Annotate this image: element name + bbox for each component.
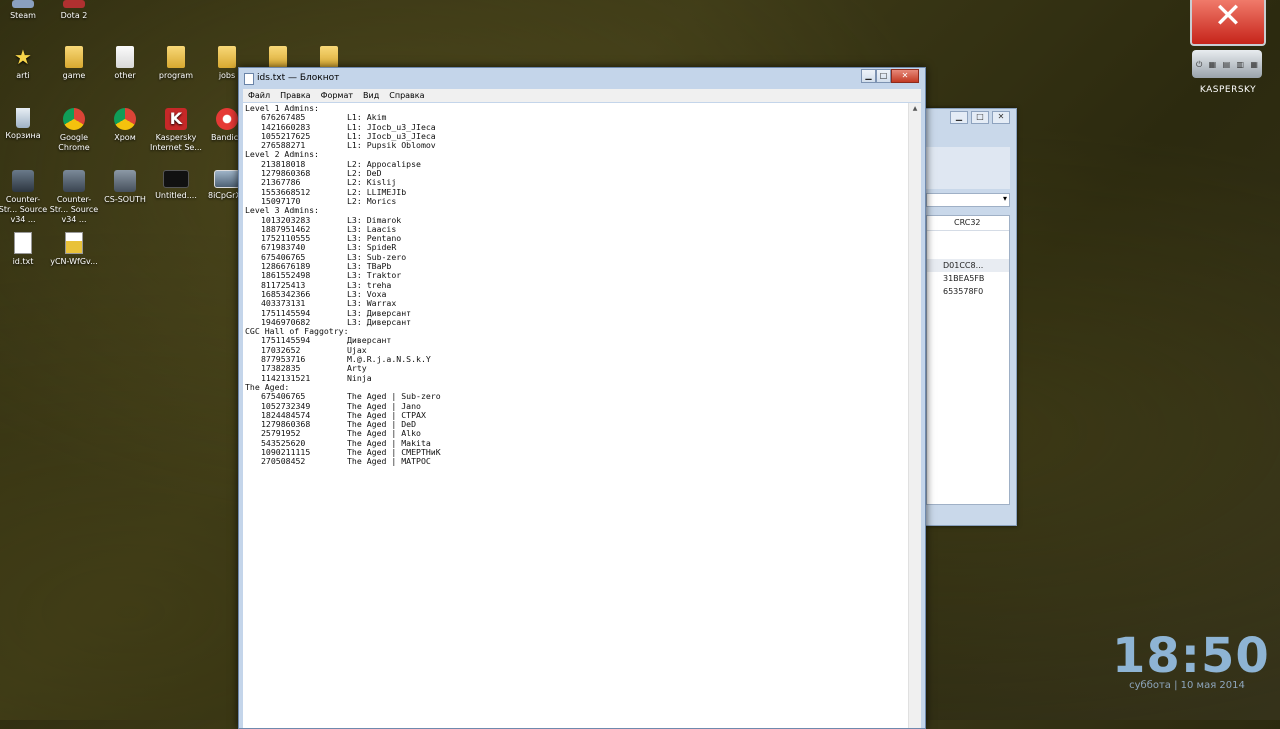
gadget-tools: ⏻ ▦ ▤ ▥ ▦ (1196, 60, 1258, 70)
crc-list[interactable]: CRC32 D01CC8... 31BEA5FB 653578F0 (926, 215, 1010, 505)
player-name: Ninja (347, 372, 372, 383)
folder-icon (65, 46, 83, 68)
window-title: ids.txt — Блокнот (257, 73, 340, 83)
desktop-icon-cs-south[interactable]: CS-SOUTH (99, 170, 151, 205)
clock-gadget[interactable]: 18:50 суббота | 10 мая 2014 (1112, 628, 1270, 691)
notepad-titlebar[interactable]: ids.txt — Блокнот ▁ □ ✕ (239, 68, 925, 88)
calendar-icon[interactable]: ▦ (1209, 60, 1217, 70)
close-button[interactable]: ✕ (992, 111, 1010, 124)
chrome-icon (63, 108, 85, 130)
desktop-icon-recycle-bin[interactable]: Корзина (0, 108, 49, 141)
chevron-down-icon: ▾ (1002, 194, 1007, 203)
text-line: 15097170 L2: Morics (245, 195, 921, 206)
player-name: L2: Morics (347, 195, 397, 206)
document-icon[interactable]: ▤ (1223, 60, 1231, 70)
star-icon: ★ (14, 45, 32, 69)
menu-bar: Файл Правка Формат Вид Справка (243, 89, 921, 102)
folder-icon (320, 46, 338, 68)
minimize-button[interactable]: ▁ (861, 69, 876, 83)
menu-format[interactable]: Формат (316, 89, 358, 102)
counter-strike-icon (63, 170, 85, 192)
crc-row[interactable]: 653578F0 (927, 285, 1009, 298)
minimize-button[interactable]: ▁ (950, 111, 968, 124)
crc-row[interactable]: 31BEA5FB (927, 272, 1009, 285)
grid-icon[interactable]: ▦ (1250, 60, 1258, 70)
close-button[interactable]: ✕ (891, 69, 919, 83)
player-name: L3: Диверсант (347, 316, 412, 327)
image-icon (65, 232, 83, 254)
desktop-icon-google-chrome[interactable]: Google Chrome (48, 108, 100, 153)
desktop-icon-dota2[interactable]: Dota 2 (48, 0, 100, 21)
text-editor-area[interactable]: Level 1 Admins: 676267485 L1: Akim 14216602… (243, 103, 921, 728)
maximize-button[interactable]: □ (876, 69, 891, 83)
scroll-up-icon[interactable]: ▲ (909, 103, 921, 115)
bandicam-icon (216, 108, 238, 130)
vertical-scrollbar[interactable]: ▲ (908, 103, 921, 728)
desktop-icon-chrome-ru[interactable]: Хром (99, 108, 151, 143)
clock-date: суббота | 10 мая 2014 (1129, 680, 1245, 691)
desktop-icon-program[interactable]: program (150, 46, 202, 81)
steam-icon (12, 0, 34, 8)
menu-file[interactable]: Файл (243, 89, 275, 102)
notepad-window[interactable]: ids.txt — Блокнот ▁ □ ✕ Файл Правка Форм… (238, 67, 926, 729)
text-line: 1142131521 Ninja (245, 372, 921, 383)
desktop-icon-other[interactable]: other (99, 46, 151, 81)
chrome-icon (114, 108, 136, 130)
kaspersky-brand: KASPERSKY (1199, 85, 1257, 95)
counter-strike-icon (12, 170, 34, 192)
notepad-icon (244, 73, 254, 85)
desktop-icon-counter-strike-1[interactable]: Counter-Str... Source v34 ... (0, 170, 49, 225)
desktop-icon-arti[interactable]: ★ arti (0, 46, 49, 81)
clock-time: 18:50 (1112, 628, 1270, 684)
kaspersky-gadget[interactable]: ✕ ⏻ ▦ ▤ ▥ ▦ KASPERSKY (1186, 0, 1270, 100)
menu-view[interactable]: Вид (358, 89, 384, 102)
folder-icon (269, 46, 287, 68)
folder-icon (218, 46, 236, 68)
desktop-icon-counter-strike-2[interactable]: Counter-Str... Source v34 ... (48, 170, 100, 225)
background-window-controls: ▁ □ ✕ (950, 111, 1010, 124)
image-icon (214, 170, 240, 188)
text-line: 276588271 L1: Pupsik Oblomov (245, 140, 921, 151)
recycle-bin-icon (16, 108, 30, 128)
maximize-button[interactable]: □ (971, 111, 989, 124)
player-name: The Aged | МАТРОС (347, 456, 431, 467)
folder-icon (167, 46, 185, 68)
desktop-icon-untitled[interactable]: Untitled.... (150, 170, 202, 201)
monitor-alert-icon: ✕ (1190, 0, 1266, 46)
desktop-icon-kaspersky[interactable]: K Kaspersky Internet Se... (150, 108, 202, 153)
counter-strike-icon (114, 170, 136, 192)
kaspersky-icon: K (165, 108, 187, 130)
crc32-column-header[interactable]: CRC32 (927, 216, 1009, 231)
desktop-icon-ycn-wfgv[interactable]: yCN-WfGv... (48, 232, 100, 267)
desktop-icon-id-txt[interactable]: id.txt (0, 232, 49, 267)
folder-icon (116, 46, 134, 68)
desktop-icon-game[interactable]: game (48, 46, 100, 81)
text-file-icon (14, 232, 32, 254)
text-line: 270508452 The Aged | МАТРОС (245, 456, 921, 467)
menu-help[interactable]: Справка (384, 89, 429, 102)
crc-row[interactable]: D01CC8... (927, 259, 1009, 272)
video-icon (163, 170, 189, 188)
background-window-panel (926, 147, 1010, 189)
background-window-dropdown[interactable]: ▾ (926, 193, 1010, 207)
list-icon[interactable]: ▥ (1236, 60, 1244, 70)
menu-edit[interactable]: Правка (275, 89, 315, 102)
steam-id: 270508452 (261, 456, 306, 467)
dota2-icon (63, 0, 85, 8)
power-icon[interactable]: ⏻ (1196, 60, 1202, 70)
document-text: Level 1 Admins: 676267485 L1: Akim 14216602… (243, 103, 921, 467)
desktop-icon-steam[interactable]: Steam (0, 0, 49, 21)
player-name: L1: Pupsik Oblomov (347, 140, 436, 151)
window-controls: ▁ □ ✕ (861, 69, 919, 83)
